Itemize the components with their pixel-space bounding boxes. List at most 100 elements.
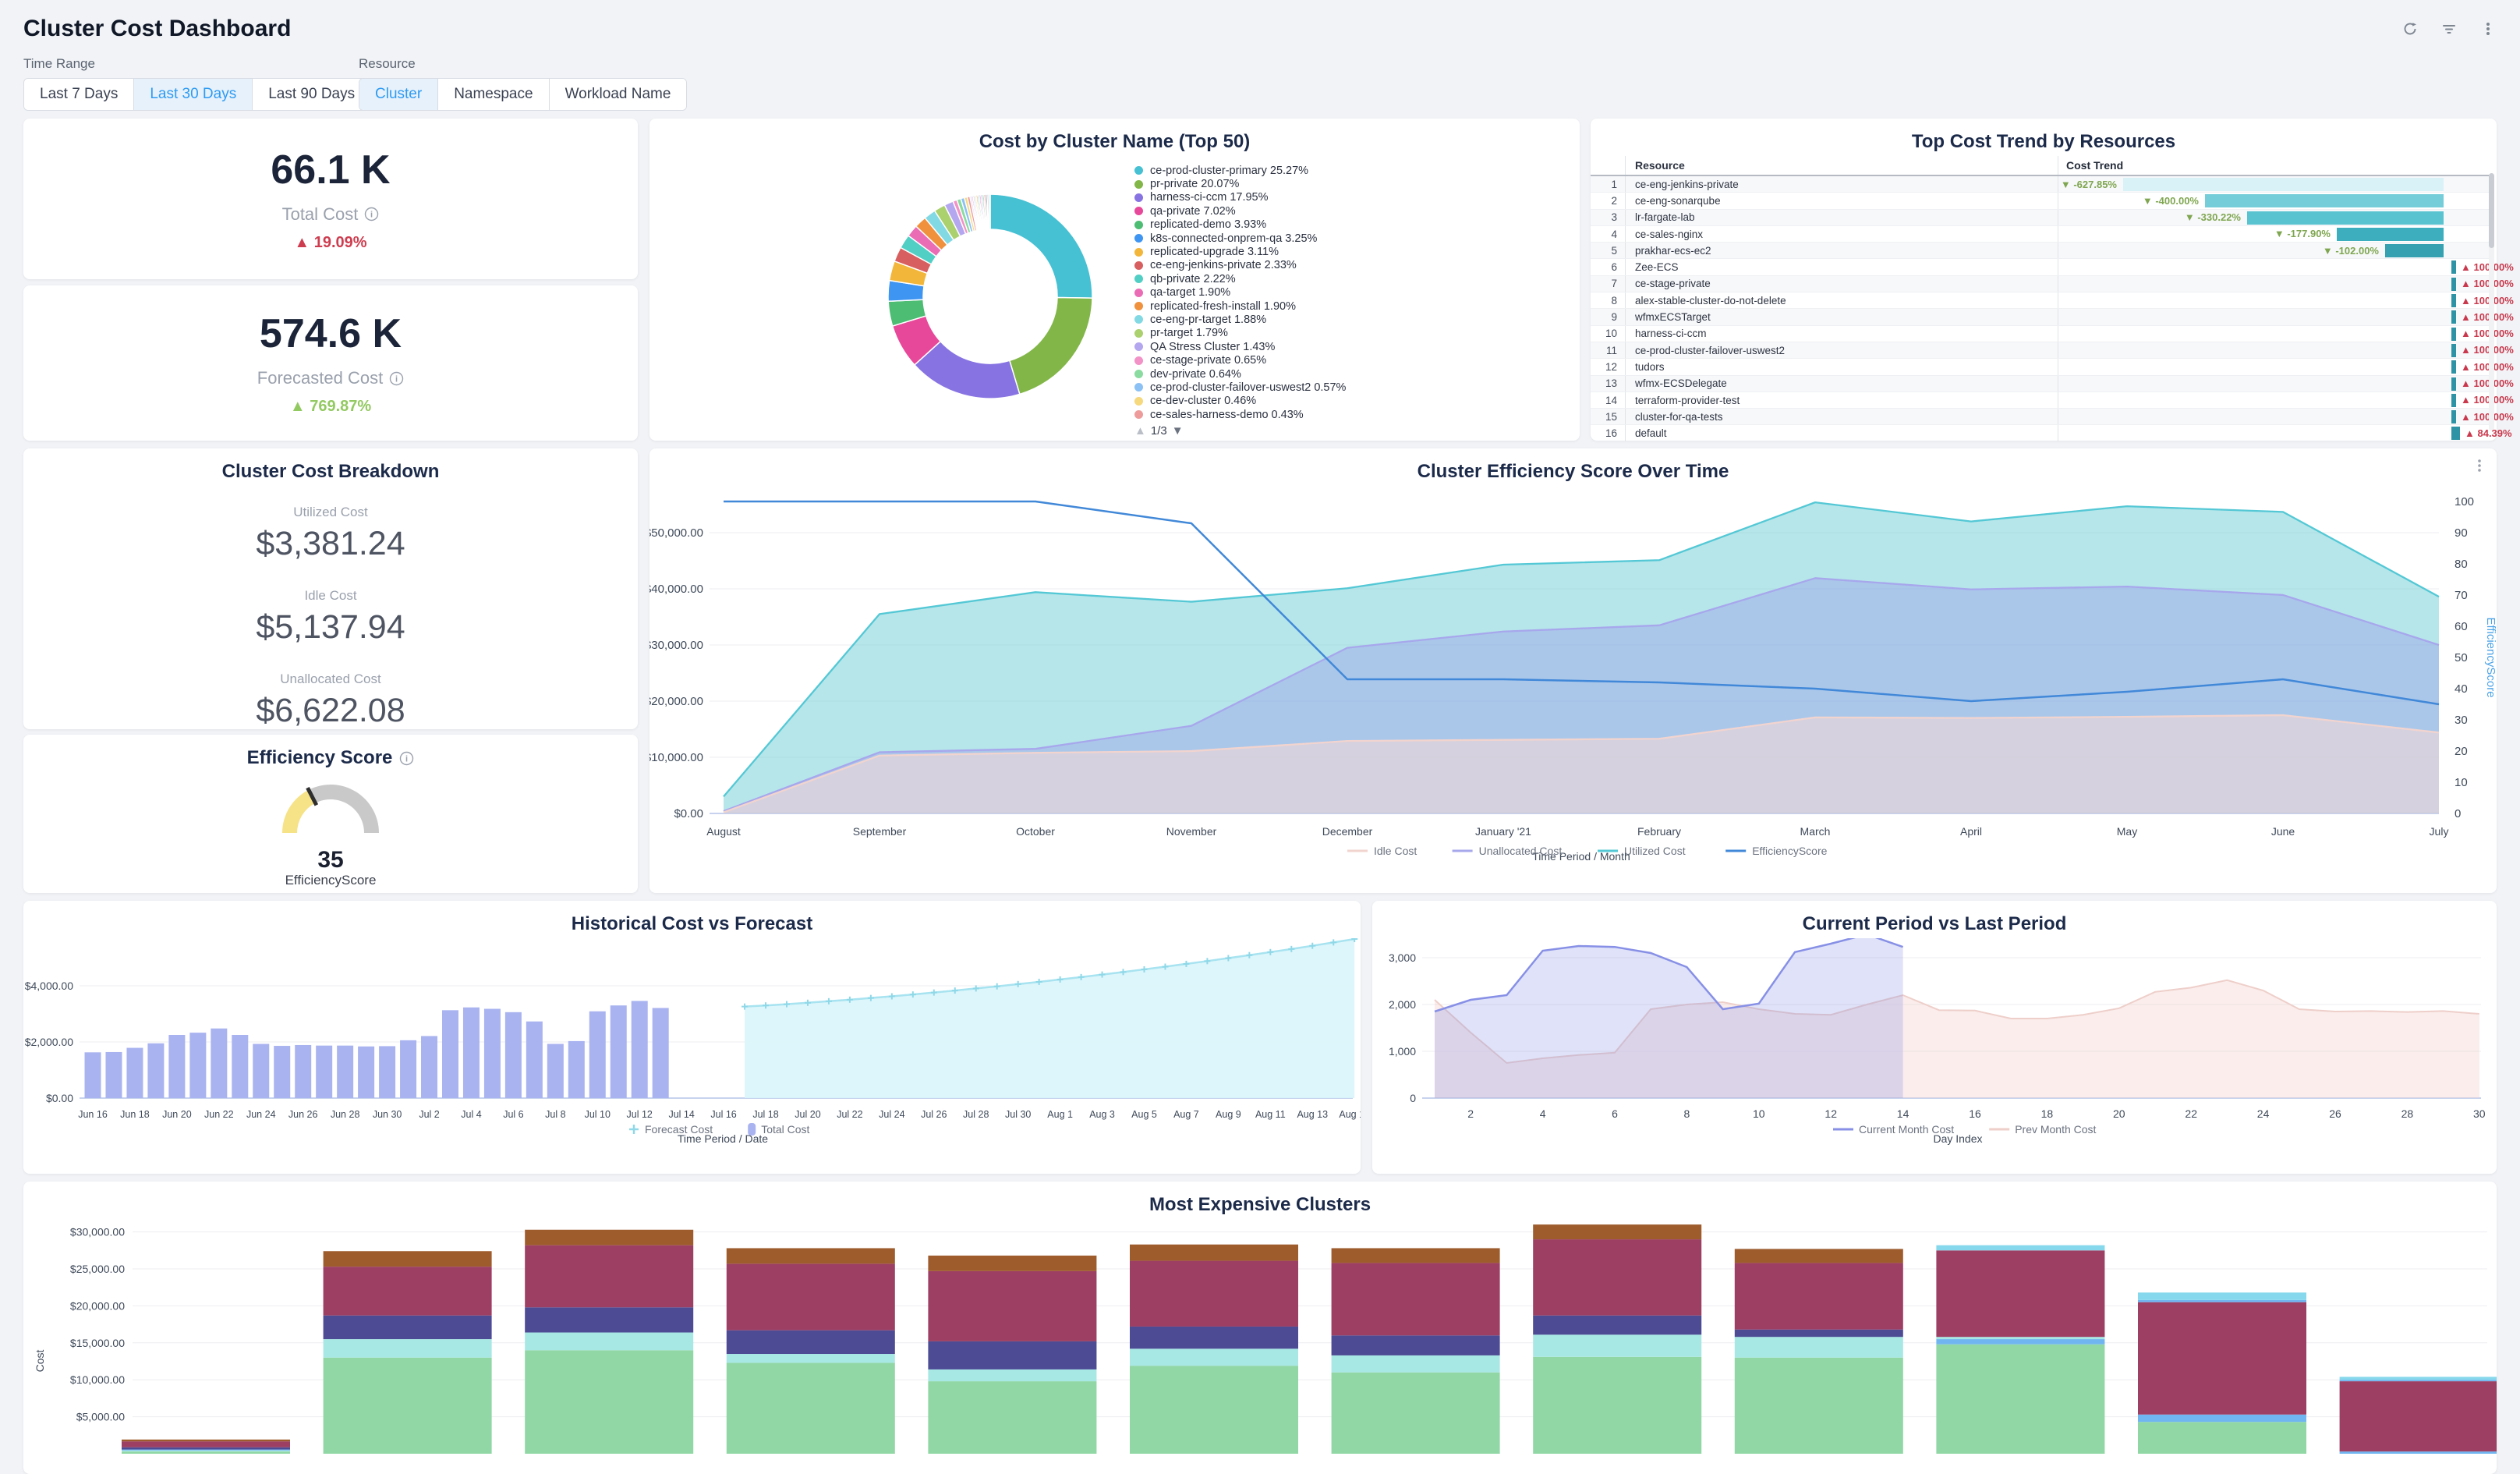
donut-legend-item[interactable]: qa-target 1.90%: [1134, 286, 1346, 299]
svg-text:30: 30: [2473, 1107, 2486, 1120]
svg-text:Jul 30: Jul 30: [1005, 1109, 1031, 1120]
idle-cost-label: Idle Cost: [23, 588, 638, 604]
legend-dot-icon: [1134, 193, 1143, 202]
most-expensive-title: Most Expensive Clusters: [23, 1182, 2497, 1216]
trend-down-label: ▼ -400.00%: [2143, 195, 2199, 207]
donut-legend-item[interactable]: k8s-connected-onprem-qa 3.25%: [1134, 232, 1346, 245]
svg-text:20: 20: [2455, 745, 2468, 758]
trend-bar: [2451, 310, 2456, 324]
refresh-icon[interactable]: [2401, 20, 2419, 37]
donut-legend-item[interactable]: replicated-fresh-install 1.90%: [1134, 299, 1346, 313]
svg-text:Jul 10: Jul 10: [585, 1109, 611, 1120]
kebab-menu-icon[interactable]: [2479, 20, 2497, 37]
efficiency-over-time-panel: Cluster Efficiency Score Over Time $0.00…: [649, 448, 2497, 893]
donut-legend-item[interactable]: dev-private 0.64%: [1134, 367, 1346, 381]
legend-page-up-icon[interactable]: ▲: [1134, 424, 1146, 438]
legend-dot-icon: [1134, 302, 1143, 310]
legend-dot-icon: [1134, 342, 1143, 351]
legend-dot-icon: [1134, 166, 1143, 175]
svg-text:April: April: [1960, 825, 1982, 838]
svg-text:$10,000.00: $10,000.00: [70, 1373, 125, 1386]
trend-bar: [2451, 394, 2456, 407]
donut-legend-item[interactable]: replicated-demo 3.93%: [1134, 218, 1346, 232]
legend-label: ce-prod-cluster-failover-uswest2 0.57%: [1150, 381, 1346, 394]
legend-label: ce-sales-harness-demo 0.43%: [1150, 409, 1304, 421]
svg-text:70: 70: [2455, 589, 2468, 602]
period-compare-title: Current Period vs Last Period: [1372, 901, 2497, 935]
filter-icon[interactable]: [2440, 20, 2458, 37]
donut-legend-item[interactable]: ce-prod-cluster-primary 25.27%: [1134, 164, 1346, 177]
svg-text:100: 100: [2455, 495, 2474, 508]
trend-bar: [2451, 344, 2456, 357]
time-range-option-last-30-days[interactable]: Last 30 Days: [134, 79, 253, 110]
svg-text:90: 90: [2455, 526, 2468, 540]
resource-option-workload-name[interactable]: Workload Name: [550, 79, 687, 110]
trend-down-label: ▼ -627.85%: [2061, 179, 2117, 190]
panel-kebab-icon[interactable]: [2473, 458, 2486, 477]
row-resource: tudors: [1625, 359, 2058, 374]
time-range-option-last-90-days[interactable]: Last 90 Days: [253, 79, 371, 110]
legend-label: qb-private 2.22%: [1150, 273, 1236, 285]
svg-text:$30,000.00: $30,000.00: [649, 639, 703, 652]
donut-legend-item[interactable]: ce-eng-jenkins-private 2.33%: [1134, 259, 1346, 272]
legend-label: qa-private 7.02%: [1150, 205, 1236, 218]
forecasted-cost-value: 574.6 K: [260, 310, 402, 357]
row-rank: 6: [1591, 261, 1625, 273]
utilized-cost-value: $3,381.24: [23, 525, 638, 563]
info-icon[interactable]: i: [364, 207, 379, 221]
donut-legend-item[interactable]: harness-ci-ccm 17.95%: [1134, 191, 1346, 204]
donut-legend-item[interactable]: ce-dev-cluster 0.46%: [1134, 395, 1346, 408]
svg-text:$5,000.00: $5,000.00: [76, 1411, 125, 1423]
info-icon[interactable]: i: [389, 371, 404, 386]
time-range-option-last-7-days[interactable]: Last 7 Days: [24, 79, 134, 110]
donut-legend-item[interactable]: qb-private 2.22%: [1134, 272, 1346, 285]
efficiency-chart: $0.00$10,000.00$20,000.00$30,000.00$40,0…: [649, 487, 2497, 893]
svg-text:12: 12: [1825, 1107, 1837, 1120]
donut-legend-item[interactable]: ce-prod-cluster-failover-uswest2 0.57%: [1134, 381, 1346, 394]
row-cost-trend: ▲ 100.00%: [2058, 342, 2489, 358]
donut-legend-item[interactable]: ce-stage-private 0.65%: [1134, 353, 1346, 367]
column-header-resource[interactable]: Resource: [1625, 156, 2058, 175]
row-cost-trend: ▲ 100.00%: [2058, 326, 2489, 342]
row-resource: wfmx-ECSDelegate: [1625, 376, 2058, 392]
table-scrollbar[interactable]: [2489, 173, 2494, 431]
column-header-cost-trend[interactable]: Cost Trend: [2058, 156, 2489, 175]
svg-text:Prev Month Cost: Prev Month Cost: [2015, 1123, 2096, 1136]
period-compare-panel: Current Period vs Last Period 01,0002,00…: [1372, 901, 2497, 1174]
legend-page-down-icon[interactable]: ▼: [1172, 424, 1184, 438]
legend-dot-icon: [1134, 370, 1143, 378]
legend-dot-icon: [1134, 207, 1143, 215]
resource-option-cluster[interactable]: Cluster: [359, 79, 438, 110]
table-row: 9wfmxECSTarget▲ 100.00%: [1591, 309, 2489, 325]
donut-legend-item[interactable]: ce-eng-pr-target 1.88%: [1134, 313, 1346, 326]
svg-text:18: 18: [2041, 1107, 2054, 1120]
row-resource: default: [1625, 425, 2058, 441]
svg-text:Jun 24: Jun 24: [246, 1109, 276, 1120]
donut-legend-item[interactable]: pr-target 1.79%: [1134, 327, 1346, 340]
donut-legend-item[interactable]: pr-private 20.07%: [1134, 177, 1346, 190]
donut-legend-item[interactable]: qa-private 7.02%: [1134, 204, 1346, 218]
svg-text:Jun 22: Jun 22: [204, 1109, 234, 1120]
total-cost-delta: ▲ 19.09%: [294, 234, 366, 252]
table-row: 12tudors▲ 100.00%: [1591, 359, 2489, 375]
svg-text:December: December: [1322, 825, 1373, 838]
donut-legend-item[interactable]: QA Stress Cluster 1.43%: [1134, 340, 1346, 353]
unallocated-cost-label: Unallocated Cost: [23, 671, 638, 687]
svg-text:Jun 18: Jun 18: [120, 1109, 150, 1120]
svg-text:$25,000.00: $25,000.00: [70, 1263, 125, 1275]
donut-legend-item[interactable]: ce-sales-harness-demo 0.43%: [1134, 408, 1346, 421]
legend-dot-icon: [1134, 383, 1143, 392]
trend-bar: [2451, 328, 2456, 341]
resource-option-namespace[interactable]: Namespace: [438, 79, 549, 110]
svg-text:Jun 20: Jun 20: [162, 1109, 192, 1120]
svg-text:1,000: 1,000: [1389, 1045, 1416, 1058]
trend-bar: [2451, 260, 2456, 274]
legend-dot-icon: [1134, 329, 1143, 338]
svg-text:Jul 6: Jul 6: [503, 1109, 523, 1120]
donut-legend-item[interactable]: replicated-upgrade 3.11%: [1134, 245, 1346, 258]
trend-bar: [2451, 294, 2456, 307]
svg-text:$10,000.00: $10,000.00: [649, 751, 703, 764]
svg-text:Jun 28: Jun 28: [331, 1109, 360, 1120]
row-rank: 12: [1591, 361, 1625, 373]
forecasted-cost-label: Forecasted Cost: [257, 368, 383, 388]
